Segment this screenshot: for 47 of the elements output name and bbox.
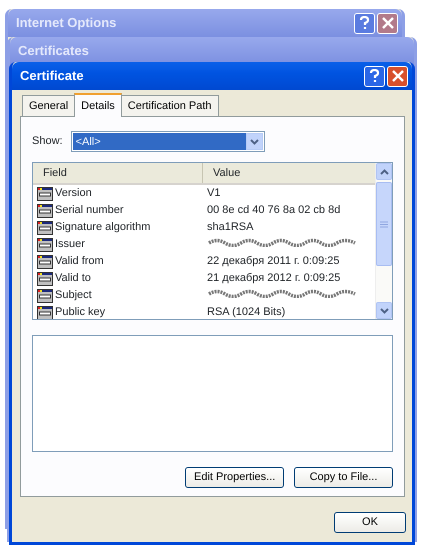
field-value: 00 8e cd 40 76 8a 02 cb 8d <box>207 204 340 216</box>
field-name[interactable]: Issuer <box>55 236 85 253</box>
action-button[interactable]: Copy to File... <box>294 467 393 488</box>
field-icon <box>37 186 53 200</box>
field-value: 21 декабря 2012 г. 0:09:25 <box>207 272 340 284</box>
column-header[interactable]: Value <box>203 163 375 183</box>
field-name[interactable]: Signature algorithm <box>55 219 150 236</box>
field-name[interactable]: Valid from <box>55 253 104 270</box>
tab[interactable]: Details <box>74 92 122 117</box>
column-header[interactable]: Field <box>33 163 203 183</box>
field-value: 22 декабря 2011 г. 0:09:25 <box>207 255 340 268</box>
field-icon <box>37 288 53 302</box>
help-icon <box>359 16 370 30</box>
close-button[interactable] <box>377 12 398 34</box>
tab[interactable]: General <box>22 94 76 116</box>
field-name[interactable]: Serial number <box>55 202 124 219</box>
field-value: sha1RSA <box>207 221 254 234</box>
scrollbar[interactable] <box>375 163 392 319</box>
field-icon <box>37 238 53 252</box>
field-name[interactable]: Subject <box>55 287 92 304</box>
scroll-up-icon[interactable] <box>376 163 392 180</box>
close-button[interactable] <box>387 66 408 86</box>
scroll-down-icon[interactable] <box>376 302 392 319</box>
show-dropdown[interactable]: <All> <box>70 131 265 152</box>
field-value: RSA (1024 Bits) <box>207 306 286 318</box>
scroll-thumb[interactable] <box>376 182 392 266</box>
field-value: V1 <box>207 187 220 200</box>
value-text-area[interactable] <box>32 335 393 452</box>
field-icon <box>37 272 53 286</box>
window-title: Internet Options <box>16 14 118 32</box>
field-icon <box>37 204 53 218</box>
field-name[interactable]: Version <box>55 185 92 202</box>
close-icon <box>392 70 404 82</box>
window-title: Certificate <box>20 67 85 86</box>
show-label: Show: <box>32 134 63 150</box>
field-name[interactable]: Valid to <box>55 270 91 287</box>
tab[interactable]: Certification Path <box>120 94 219 116</box>
help-button[interactable] <box>354 12 375 34</box>
close-icon <box>382 17 394 29</box>
help-button[interactable] <box>364 66 385 86</box>
window-title: Certificates <box>18 42 90 60</box>
field-name[interactable]: Public key <box>55 304 106 319</box>
action-button[interactable]: Edit Properties... <box>185 467 284 488</box>
field-icon <box>37 254 53 268</box>
ok-button[interactable]: OK <box>334 512 406 533</box>
help-icon <box>369 69 380 83</box>
field-icon <box>37 220 53 234</box>
